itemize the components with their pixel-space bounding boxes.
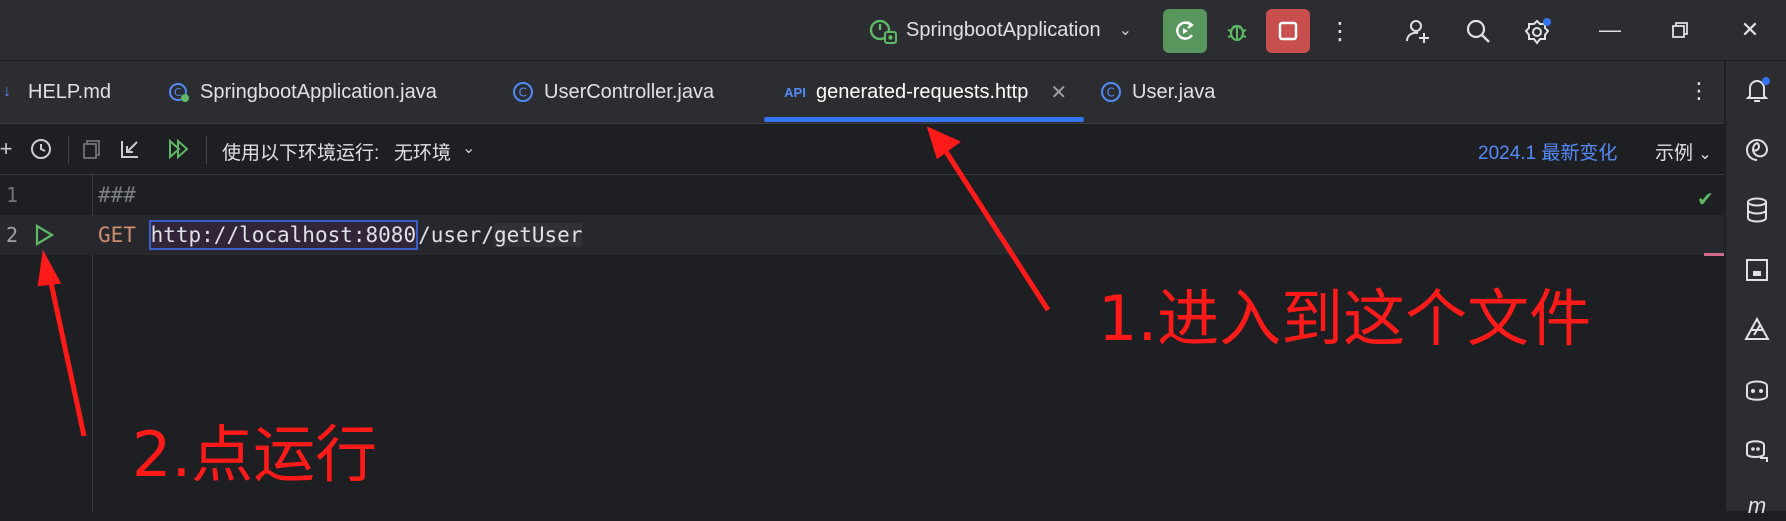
copilot-button[interactable] bbox=[1742, 375, 1772, 405]
annotation-step-1: 1.进入到这个文件 bbox=[1098, 282, 1592, 355]
examples-label: 示例 bbox=[1655, 143, 1694, 164]
run-request-button[interactable] bbox=[32, 223, 56, 252]
tab-label: UserController.java bbox=[544, 80, 715, 103]
stop-button[interactable] bbox=[1266, 9, 1310, 53]
tab-label: HELP.md bbox=[28, 80, 112, 103]
restore-button[interactable] bbox=[1664, 14, 1696, 46]
import-arrow-icon bbox=[121, 141, 138, 158]
line-number: 2 bbox=[5, 223, 18, 247]
vertical-dots-icon: ⋮ bbox=[1328, 17, 1352, 45]
minimize-button[interactable]: — bbox=[1594, 14, 1626, 46]
search-icon bbox=[1466, 19, 1490, 43]
copy-button[interactable] bbox=[80, 136, 104, 162]
debug-button[interactable] bbox=[1215, 9, 1259, 53]
settings-button[interactable] bbox=[1516, 9, 1560, 53]
panel-icon bbox=[1746, 259, 1768, 281]
spiral-icon bbox=[1746, 139, 1769, 161]
markdown-icon: ↓ bbox=[3, 83, 11, 100]
api-http-icon: API bbox=[784, 84, 806, 100]
bell-icon bbox=[1745, 77, 1770, 102]
chevron-down-icon: ⌄ bbox=[1118, 22, 1132, 39]
code-text: ### bbox=[98, 183, 136, 207]
add-user-icon bbox=[1406, 20, 1429, 43]
request-path: /user/ bbox=[418, 223, 494, 247]
environment-selector[interactable]: 无环境 bbox=[394, 138, 451, 165]
gear-icon bbox=[1524, 18, 1551, 45]
structure-button[interactable] bbox=[1742, 255, 1772, 285]
rerun-icon bbox=[1176, 21, 1194, 40]
more-tools-button[interactable]: m bbox=[1742, 491, 1772, 521]
copy-icon bbox=[83, 140, 100, 159]
class-icon: C bbox=[1101, 82, 1121, 102]
active-tab-indicator bbox=[764, 117, 1084, 122]
http-method: GET bbox=[98, 223, 136, 247]
toolbar-separator bbox=[68, 136, 69, 164]
m-icon: m bbox=[1747, 493, 1767, 518]
tab-user-controller[interactable]: C UserController.java bbox=[512, 61, 714, 123]
chat-button[interactable] bbox=[1742, 435, 1772, 465]
whats-new-link[interactable]: 2024.1 最新变化 bbox=[1478, 138, 1617, 165]
plugin-button[interactable] bbox=[1742, 315, 1772, 345]
run-configuration-selector[interactable]: SpringbootApplication ⌄ bbox=[868, 14, 1132, 46]
tab-springboot-application[interactable]: C SpringbootApplication.java bbox=[168, 61, 437, 123]
request-host: http://localhost:8080 bbox=[148, 220, 419, 250]
code-line: 2 GET http://localhost:8080/user/getUser bbox=[0, 215, 1724, 255]
notifications-button[interactable] bbox=[1742, 75, 1772, 105]
history-button[interactable] bbox=[28, 136, 54, 162]
checkmark-icon: ✔ bbox=[1697, 189, 1714, 211]
svg-text:C: C bbox=[174, 86, 182, 99]
clock-icon bbox=[31, 139, 51, 159]
bug-icon bbox=[1227, 24, 1247, 42]
minimize-icon: — bbox=[1599, 17, 1621, 42]
tab-help-md[interactable]: ↓ HELP.md bbox=[0, 61, 111, 123]
tab-generated-requests[interactable]: API generated-requests.http ✕ bbox=[784, 61, 1067, 123]
class-icon: C bbox=[513, 82, 533, 102]
run-config-label: SpringbootApplication bbox=[906, 18, 1101, 41]
import-button[interactable] bbox=[118, 136, 142, 162]
search-button[interactable] bbox=[1456, 9, 1500, 53]
more-actions-button[interactable]: ⋮ bbox=[1318, 9, 1362, 53]
copilot-icon bbox=[1746, 380, 1768, 401]
close-icon: ✕ bbox=[1740, 17, 1760, 42]
code-text: GET http://localhost:8080/user/getUser bbox=[98, 220, 583, 250]
add-user-button[interactable] bbox=[1396, 9, 1440, 53]
svg-text:C: C bbox=[1107, 86, 1115, 100]
tab-label: User.java bbox=[1132, 80, 1216, 103]
code-line: 1 ### ✔ bbox=[0, 175, 1724, 215]
run-gutter-icon bbox=[35, 224, 55, 246]
restore-icon bbox=[1672, 22, 1688, 38]
close-tab-icon[interactable]: ✕ bbox=[1050, 80, 1067, 105]
ai-assistant-button[interactable] bbox=[1742, 135, 1772, 165]
examples-dropdown[interactable]: 示例 ⌄ bbox=[1655, 138, 1712, 165]
more-tabs-icon[interactable]: ⋮ bbox=[1688, 78, 1710, 104]
add-request-icon[interactable]: + bbox=[0, 136, 16, 162]
error-stripe-marker bbox=[1704, 253, 1724, 256]
spring-class-icon: C bbox=[169, 83, 189, 102]
run-all-icon bbox=[169, 138, 189, 160]
title-bar: SpringbootApplication ⌄ ⋮ — ✕ bbox=[0, 0, 1786, 61]
toolbar-separator bbox=[206, 136, 207, 164]
environment-label: 使用以下环境运行: bbox=[222, 143, 380, 164]
chevron-down-icon[interactable]: ⌄ bbox=[462, 138, 475, 158]
tab-user-java[interactable]: C User.java bbox=[1100, 61, 1215, 123]
rerun-button[interactable] bbox=[1163, 9, 1207, 53]
database-button[interactable] bbox=[1742, 195, 1772, 225]
close-window-button[interactable]: ✕ bbox=[1734, 14, 1766, 46]
right-tool-window-bar: m bbox=[1725, 61, 1786, 518]
database-icon bbox=[1747, 197, 1767, 223]
tab-label: SpringbootApplication.java bbox=[200, 80, 437, 103]
chat-bot-icon bbox=[1746, 440, 1768, 462]
annotation-step-2: 2.点运行 bbox=[132, 418, 378, 491]
spring-boot-icon bbox=[869, 19, 897, 44]
tab-label: generated-requests.http bbox=[816, 80, 1029, 103]
editor-tab-bar: ↓ HELP.md C SpringbootApplication.java C… bbox=[0, 61, 1724, 124]
stop-icon bbox=[1278, 21, 1298, 41]
chevron-down-icon: ⌄ bbox=[1698, 146, 1712, 163]
http-client-toolbar: + 使用以下环境运行: 无环境 ⌄ 2024.1 最新变化 示例 ⌄ bbox=[0, 124, 1724, 175]
run-all-button[interactable] bbox=[166, 136, 192, 162]
triangle-logo-icon bbox=[1744, 316, 1770, 340]
line-number: 1 bbox=[5, 183, 18, 207]
svg-text:C: C bbox=[519, 86, 527, 100]
request-endpoint: getUser bbox=[493, 223, 583, 247]
